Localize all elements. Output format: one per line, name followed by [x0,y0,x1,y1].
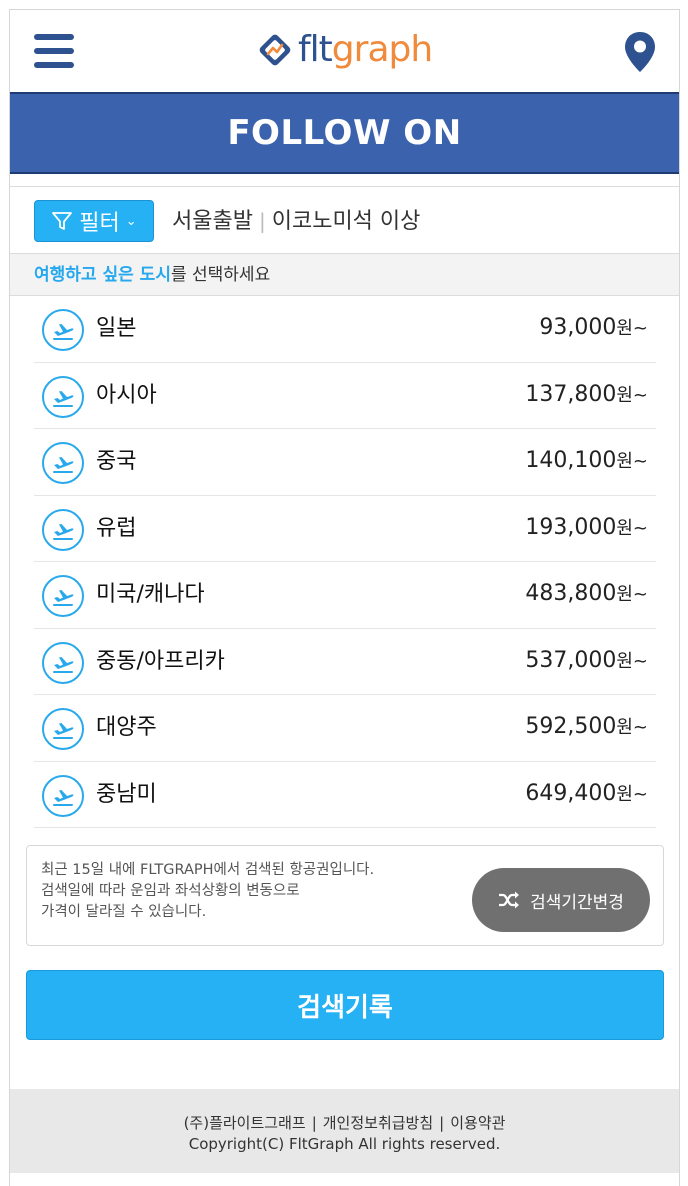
destination-name: 중동/아프리카 [96,648,225,674]
destination-name: 아시아 [96,382,157,408]
price-amount: 140,100 [525,448,617,473]
price-unit: 원~ [616,517,648,539]
footer-separator: | [311,1114,317,1132]
airplane-takeoff-icon [42,774,84,817]
departure-label: 서울출발 [172,209,253,234]
notice-line: 최근 15일 내에 FLTGRAPH에서 검색된 항공권입니다. [41,862,375,878]
destination-list: 일본 93,000원~ 아시아 137,800원~ 중국 140,100원~ 유… [34,296,656,828]
notice-text: 최근 15일 내에 FLTGRAPH에서 검색된 항공권입니다. 검색일에 따라… [41,860,461,923]
footer: (주)플라이트그래프 | 개인정보취급방침 | 이용약관 Copyright(C) Fl… [10,1089,679,1173]
destination-row-china[interactable]: 중국 140,100원~ [34,429,656,496]
airplane-takeoff-icon [42,442,84,484]
price-amount: 537,000 [525,647,617,673]
price-unit: 원~ [616,384,648,406]
divider: | [258,209,266,233]
airplane-takeoff-icon [42,708,84,750]
destination-row-oceania[interactable]: 대양주 592,500원~ [34,695,656,762]
footer-company-link[interactable]: (주)플라이트그래프 [184,1114,306,1132]
destination-name: 대양주 [96,715,157,740]
destination-price: 592,500원~ [525,713,648,739]
price-unit: 원~ [616,584,648,605]
destination-price: 140,100원~ [525,447,648,473]
instruction-text: 를 선택하세요 [170,265,271,285]
filter-button-label: 필터 [79,211,120,236]
notice-line: 가격이 달라질 수 있습니다. [41,904,207,920]
airplane-takeoff-icon [42,375,84,418]
destination-name: 일본 [96,316,137,341]
footer-terms-link[interactable]: 이용약관 [450,1114,505,1132]
top-navigation-bar: fltgraph [10,10,679,92]
airplane-takeoff-icon [42,309,84,351]
filter-summary: 서울출발 | 이코노미석 이상 [172,200,420,242]
footer-privacy-link[interactable]: 개인정보취급방침 [323,1114,433,1132]
price-unit: 원~ [616,717,648,738]
price-unit: 원~ [616,650,648,672]
destination-row-asia[interactable]: 아시아 137,800원~ [34,363,656,429]
destination-name: 중남미 [96,781,157,807]
destination-name: 중국 [96,449,137,474]
logo-text: fltgraph [298,26,433,74]
notice-box: 최근 15일 내에 FLTGRAPH에서 검색된 항공권입니다. 검색일에 따라… [26,845,664,946]
logo-text-graph: graph [331,29,433,70]
footer-copyright: Copyright(C) FltGraph All rights reserve… [188,1135,501,1153]
price-unit: 원~ [616,451,648,472]
destination-row-latin-america[interactable]: 중남미 649,400원~ [34,762,656,828]
page-title: FOLLOW ON [227,113,462,153]
chevron-down-icon: ⌄ [125,213,137,229]
notice-line: 검색일에 따라 운임과 좌석상황의 변동으로 [41,883,300,899]
destination-price: 193,000원~ [525,514,648,540]
search-history-button[interactable]: 검색기록 [26,970,664,1040]
footer-separator: | [439,1114,445,1132]
destination-price: 483,800원~ [525,580,648,606]
hamburger-menu-icon[interactable] [34,32,74,70]
destination-row-japan[interactable]: 일본 93,000원~ [34,296,656,363]
destination-row-usa-canada[interactable]: 미국/캐나다 483,800원~ [34,562,656,629]
airplane-takeoff-icon [42,508,84,551]
shuffle-icon [499,891,520,909]
price-unit: 원~ [616,783,648,805]
airplane-takeoff-icon [42,641,84,684]
price-amount: 93,000 [539,315,617,340]
logo-text-flt: flt [298,29,333,70]
change-search-period-label: 검색기간변경 [530,892,624,913]
price-unit: 원~ [616,318,648,339]
destination-price: 537,000원~ [525,647,648,673]
footer-links: (주)플라이트그래프 | 개인정보취급방침 | 이용약관 [10,1113,679,1134]
map-pin-icon[interactable] [622,30,658,74]
change-search-period-button[interactable]: 검색기간변경 [472,868,650,932]
destination-price: 93,000원~ [539,314,648,340]
price-amount: 649,400 [525,780,617,806]
filter-button[interactable]: 필터 ⌄ [34,200,154,242]
logo-mark-icon [259,34,291,66]
app-frame: fltgraph FOLLOW ON 필터 ⌄ 서울출발 | 이코노미석 이상 여행… [9,9,680,1186]
airplane-takeoff-icon [42,575,84,617]
destination-row-europe[interactable]: 유럽 193,000원~ [34,496,656,562]
price-amount: 137,800 [525,381,617,407]
destination-name: 유럽 [96,515,137,541]
price-amount: 592,500 [525,714,617,739]
funnel-icon [52,212,73,230]
destination-price: 649,400원~ [525,780,648,806]
destination-name: 미국/캐나다 [96,582,205,607]
instruction-highlight: 여행하고 싶은 도시 [34,265,171,285]
destination-price: 137,800원~ [525,381,648,407]
price-amount: 193,000 [525,514,617,540]
instruction-bar: 여행하고 싶은 도시를 선택하세요 [10,254,679,296]
fltgraph-logo[interactable]: fltgraph [256,26,433,74]
destination-row-middle-east-africa[interactable]: 중동/아프리카 537,000원~ [34,629,656,695]
filter-bar: 필터 ⌄ 서울출발 | 이코노미석 이상 [10,186,679,254]
price-amount: 483,800 [525,581,617,606]
cabin-class-label: 이코노미석 이상 [271,209,421,234]
page-banner: FOLLOW ON [10,92,679,174]
